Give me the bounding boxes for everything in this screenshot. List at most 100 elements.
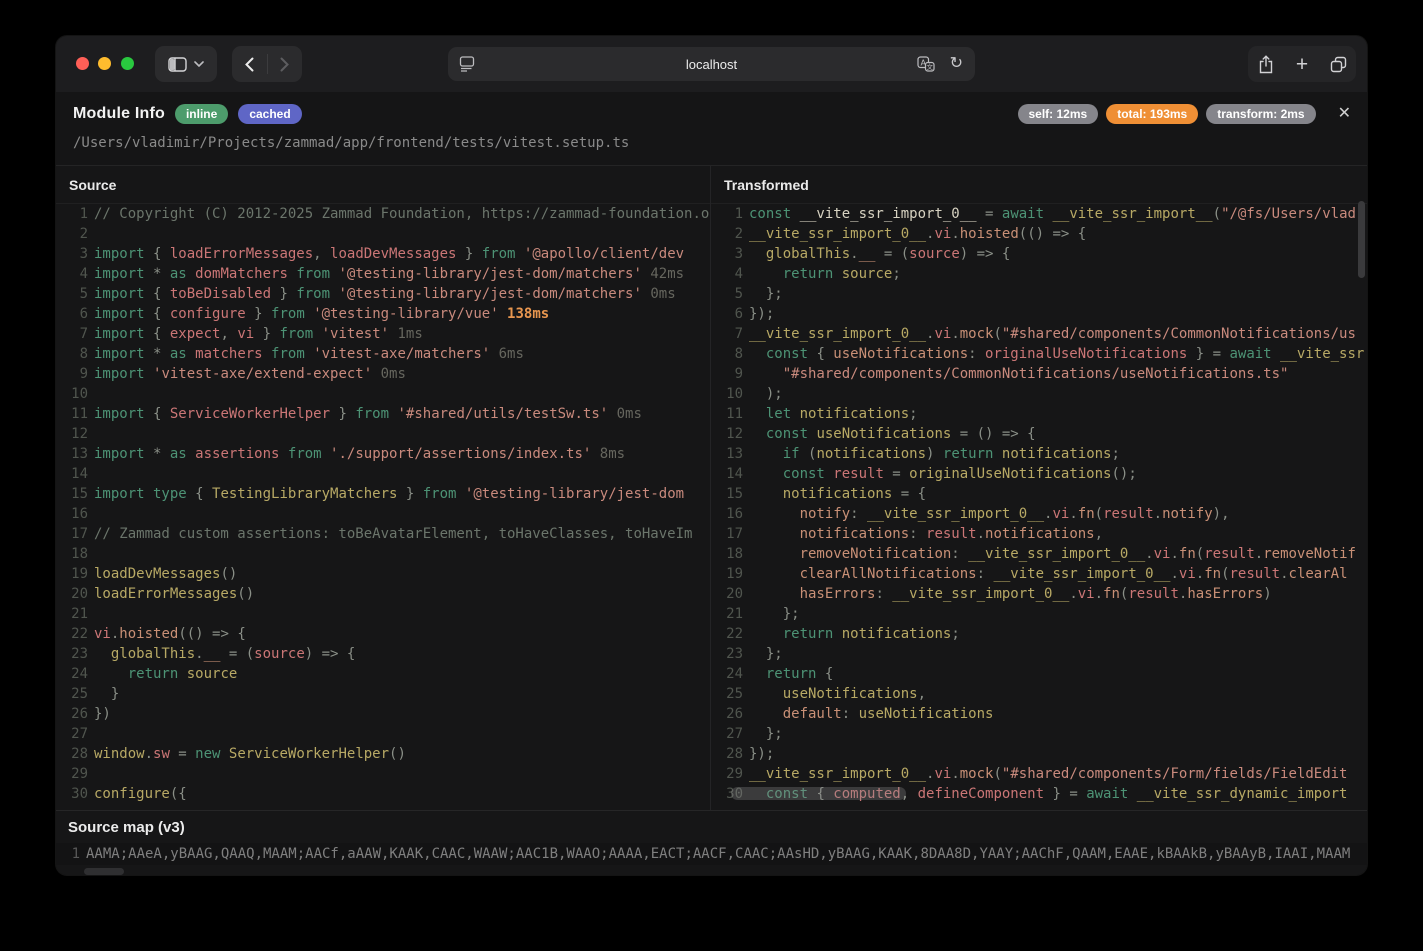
line-number: 26 <box>711 704 743 724</box>
horizontal-scrollbar[interactable] <box>731 787 906 800</box>
code-line: 2__vite_ssr_import_0__.vi.hoisted(() => … <box>711 224 1367 244</box>
close-button[interactable]: ✕ <box>1338 106 1351 122</box>
code-line: 12 const useNotifications = () => { <box>711 424 1367 444</box>
sourcemap-section: Source map (v3) 1 AAMA;AAeA,yBAAG,QAAQ,M… <box>56 810 1367 875</box>
sourcemap-scrollbar[interactable] <box>84 868 124 875</box>
line-number: 22 <box>56 624 88 644</box>
code-line: 17 notifications: result.notifications, <box>711 524 1367 544</box>
line-number: 18 <box>711 544 743 564</box>
new-tab-button[interactable]: + <box>1288 50 1316 78</box>
line-number: 24 <box>711 664 743 684</box>
line-number: 10 <box>56 384 88 404</box>
timing-total-badge: total: 193ms <box>1106 104 1198 124</box>
code-line: 6import { configure } from '@testing-lib… <box>56 304 710 324</box>
line-number: 2 <box>711 224 743 244</box>
code-line: 14 <box>56 464 710 484</box>
line-number: 12 <box>56 424 88 444</box>
code-line: 12 <box>56 424 710 444</box>
browser-toolbar: localhost A 文 ↻ + <box>56 36 1367 93</box>
line-number: 29 <box>56 764 88 784</box>
code-line: 18 removeNotification: __vite_ssr_import… <box>711 544 1367 564</box>
code-line: 5import { toBeDisabled } from '@testing-… <box>56 284 710 304</box>
code-line: 19 clearAllNotifications: __vite_ssr_imp… <box>711 564 1367 584</box>
code-line: 5 }; <box>711 284 1367 304</box>
code-line: 20 hasErrors: __vite_ssr_import_0__.vi.f… <box>711 584 1367 604</box>
code-line: 7__vite_ssr_import_0__.vi.mock("#shared/… <box>711 324 1367 344</box>
line-number: 24 <box>56 664 88 684</box>
code-line: 15import type { TestingLibraryMatchers }… <box>56 484 710 504</box>
code-line: 11 let notifications; <box>711 404 1367 424</box>
line-number: 23 <box>56 644 88 664</box>
line-number: 17 <box>711 524 743 544</box>
reload-button[interactable]: ↻ <box>950 53 963 75</box>
line-number: 17 <box>56 524 88 544</box>
line-number: 8 <box>711 344 743 364</box>
code-line: 19loadDevMessages() <box>56 564 710 584</box>
share-button[interactable] <box>1252 50 1280 78</box>
code-line: 8import * as matchers from 'vitest-axe/m… <box>56 344 710 364</box>
line-number: 13 <box>711 444 743 464</box>
traffic-light-close[interactable] <box>76 57 89 70</box>
code-line: 22vi.hoisted(() => { <box>56 624 710 644</box>
line-number: 2 <box>56 224 88 244</box>
code-line: 26}) <box>56 704 710 724</box>
line-number: 23 <box>711 644 743 664</box>
code-line: 21 <box>56 604 710 624</box>
traffic-light-zoom[interactable] <box>121 57 134 70</box>
sidebar-toggle-button[interactable] <box>155 46 217 82</box>
vertical-scrollbar[interactable] <box>1358 201 1365 278</box>
code-line: 4 return source; <box>711 264 1367 284</box>
line-number: 29 <box>711 764 743 784</box>
code-line: 17// Zammad custom assertions: toBeAvata… <box>56 524 710 544</box>
address-bar[interactable]: localhost A 文 ↻ <box>448 47 975 81</box>
code-line: 16 notify: __vite_ssr_import_0__.vi.fn(r… <box>711 504 1367 524</box>
sourcemap-line[interactable]: 1 AAMA;AAeA,yBAAG,QAAQ,MAAM;AACf,aAAW,KA… <box>56 843 1367 865</box>
code-line: 26 default: useNotifications <box>711 704 1367 724</box>
badge-inline: inline <box>175 104 228 124</box>
chevron-right-icon <box>280 57 289 72</box>
plus-icon: + <box>1296 54 1308 75</box>
source-code[interactable]: 1// Copyright (C) 2012-2025 Zammad Found… <box>56 204 710 811</box>
line-number: 1 <box>56 204 88 224</box>
line-number: 14 <box>711 464 743 484</box>
sourcemap-line-number: 1 <box>56 846 80 862</box>
share-icon <box>1258 55 1274 74</box>
line-number: 6 <box>56 304 88 324</box>
translate-icon[interactable]: A 文 <box>917 56 935 72</box>
line-number: 30 <box>56 784 88 804</box>
line-number: 22 <box>711 624 743 644</box>
browser-window: localhost A 文 ↻ + <box>56 36 1367 875</box>
code-line: 9import 'vitest-axe/extend-expect' 0ms <box>56 364 710 384</box>
line-number: 26 <box>56 704 88 724</box>
svg-text:文: 文 <box>927 62 934 71</box>
line-number: 4 <box>56 264 88 284</box>
code-line: 20loadErrorMessages() <box>56 584 710 604</box>
traffic-light-minimize[interactable] <box>98 57 111 70</box>
line-number: 4 <box>711 264 743 284</box>
line-number: 3 <box>56 244 88 264</box>
back-button[interactable] <box>233 46 267 82</box>
code-line: 18 <box>56 544 710 564</box>
transformed-code[interactable]: 1const __vite_ssr_import_0__ = await __v… <box>711 204 1367 811</box>
line-number: 25 <box>56 684 88 704</box>
code-line: 10 ); <box>711 384 1367 404</box>
tabs-icon <box>1330 56 1347 73</box>
line-number: 11 <box>56 404 88 424</box>
line-number: 28 <box>56 744 88 764</box>
sourcemap-mappings: AAMA;AAeA,yBAAG,QAAQ,MAAM;AACf,aAAW,KAAK… <box>80 846 1350 862</box>
code-line: 2 <box>56 224 710 244</box>
line-number: 12 <box>711 424 743 444</box>
code-line: 23 }; <box>711 644 1367 664</box>
reload-icon: ↻ <box>950 55 963 72</box>
forward-button[interactable] <box>268 46 302 82</box>
tabs-overview-button[interactable] <box>1324 50 1352 78</box>
line-number: 14 <box>56 464 88 484</box>
code-line: 3 globalThis.__ = (source) => { <box>711 244 1367 264</box>
code-line: 15 notifications = { <box>711 484 1367 504</box>
code-line: 27 <box>56 724 710 744</box>
chevron-down-icon <box>194 61 204 67</box>
line-number: 28 <box>711 744 743 764</box>
line-number: 7 <box>711 324 743 344</box>
code-line: 9 "#shared/components/CommonNotification… <box>711 364 1367 384</box>
code-line: 8 const { useNotifications: originalUseN… <box>711 344 1367 364</box>
